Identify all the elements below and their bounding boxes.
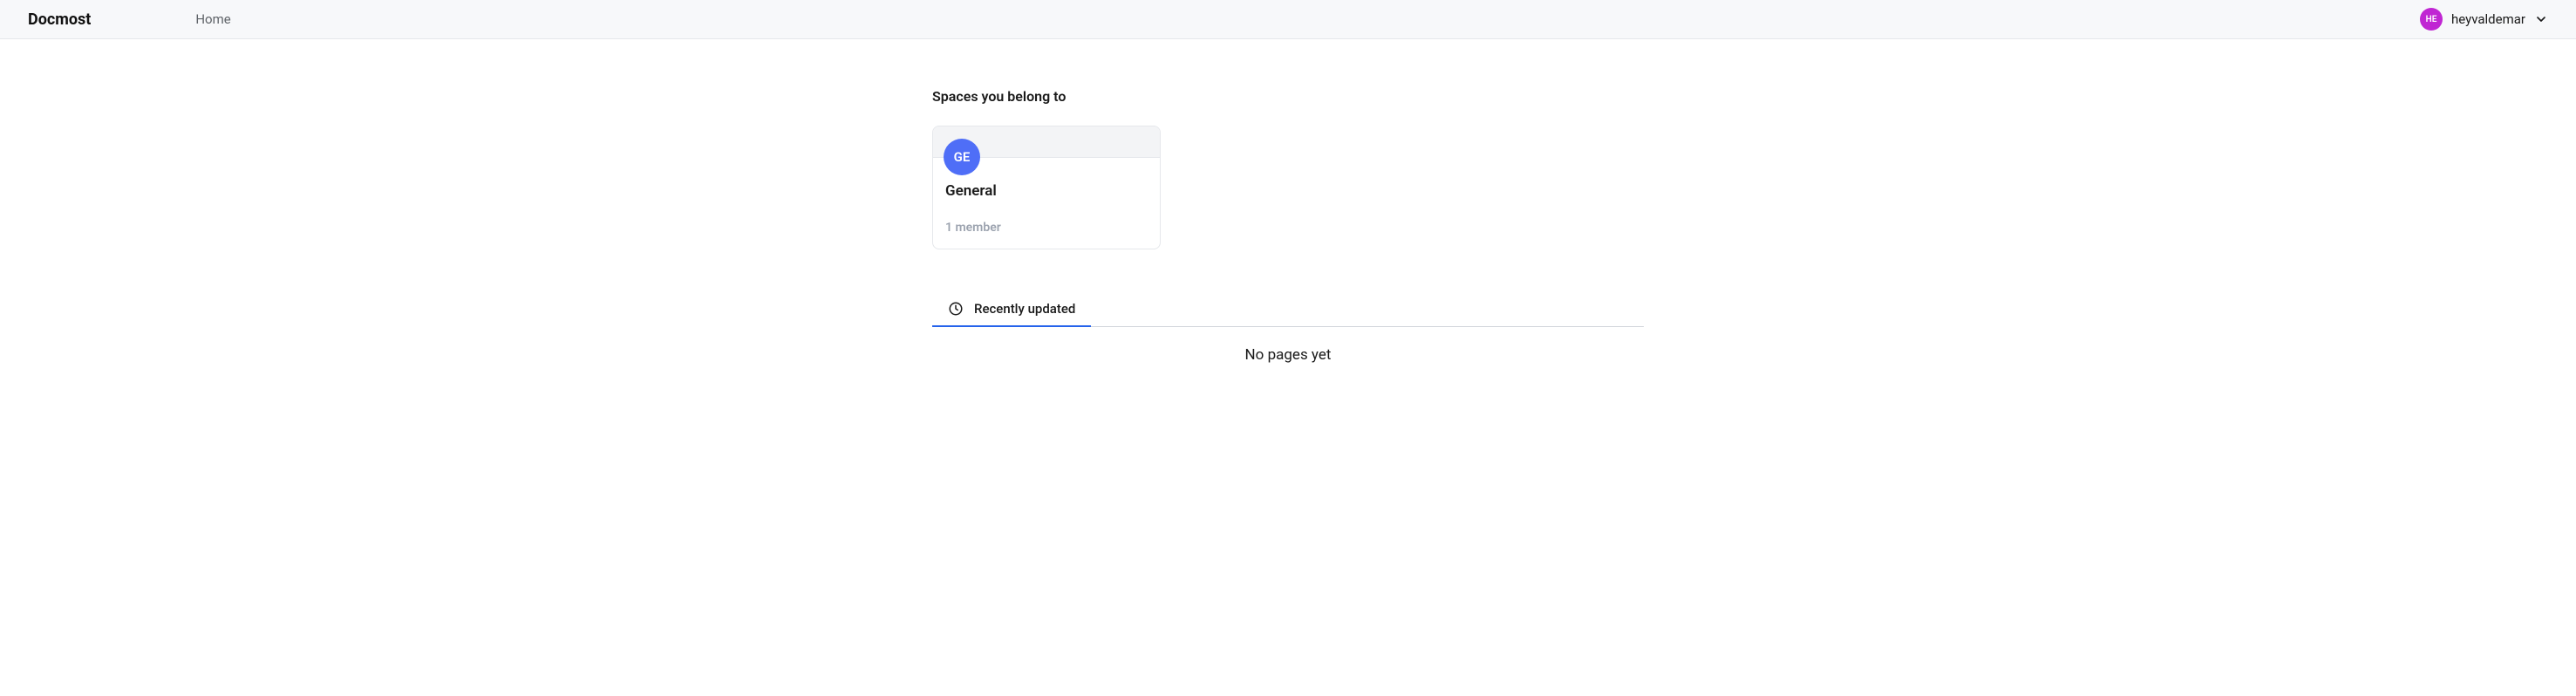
content-tabs: Recently updated [932,291,1644,327]
app-header: Docmost Home HE heyvaldemar [0,0,2576,39]
clock-icon [948,301,964,317]
nav-home[interactable]: Home [195,11,230,27]
chevron-down-icon [2534,12,2548,26]
header-left: Docmost Home [28,10,231,29]
brand-logo[interactable]: Docmost [28,10,91,29]
space-card-header: GE [933,126,1160,158]
user-menu-trigger[interactable]: HE heyvaldemar [2420,8,2548,31]
tab-recently-updated[interactable]: Recently updated [932,292,1091,327]
spaces-section-title: Spaces you belong to [932,88,1644,105]
space-card-general[interactable]: GE General 1 member [932,126,1161,249]
empty-state-message: No pages yet [932,327,1644,383]
user-avatar: HE [2420,8,2443,31]
user-name: heyvaldemar [2451,11,2525,27]
space-name: General [945,182,1148,200]
space-avatar: GE [944,139,980,175]
tab-label: Recently updated [974,301,1075,317]
main-content: Spaces you belong to GE General 1 member… [932,39,1644,383]
space-members-count: 1 member [945,221,1148,235]
